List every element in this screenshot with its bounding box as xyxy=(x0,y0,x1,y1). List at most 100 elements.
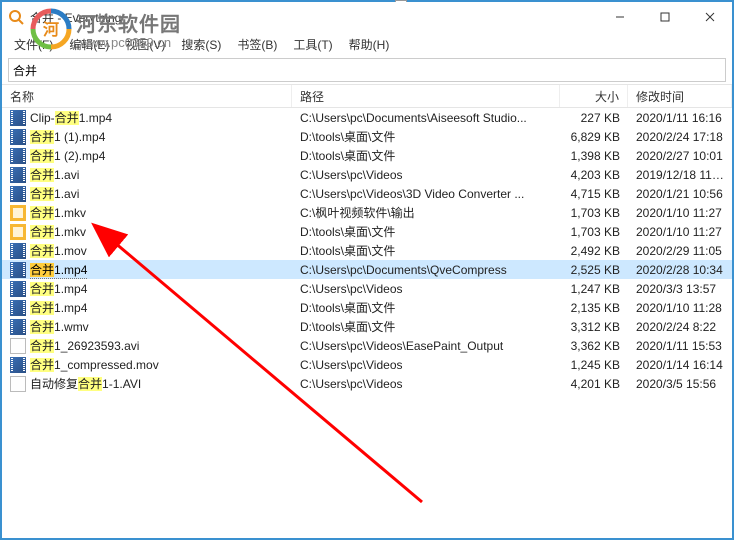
file-path: D:\tools\桌面\文件 xyxy=(292,147,560,164)
window-title: 合并 - Everything xyxy=(30,9,121,26)
file-row[interactable]: 合并1.mp4C:\Users\pc\Documents\QveCompress… xyxy=(2,260,732,279)
menu-edit[interactable]: 编辑(E) xyxy=(63,34,115,55)
video-file-icon xyxy=(10,110,26,126)
video-file-icon xyxy=(10,129,26,145)
file-size: 4,201 KB xyxy=(560,377,628,391)
file-date: 2020/2/24 17:18 xyxy=(628,130,732,144)
menubar: 文件(F) 编辑(E) 视图(V) 搜索(S) 书签(B) 工具(T) 帮助(H… xyxy=(2,32,732,56)
minimize-button[interactable] xyxy=(597,2,642,32)
file-path: C:\Users\pc\Documents\QveCompress xyxy=(292,263,560,277)
video-file-icon xyxy=(10,167,26,183)
titlebar: 合并 - Everything xyxy=(2,2,732,32)
search-box[interactable] xyxy=(8,58,726,82)
file-path: C:\Users\pc\Videos xyxy=(292,168,560,182)
file-size: 2,135 KB xyxy=(560,301,628,315)
file-date: 2020/3/5 15:56 xyxy=(628,377,732,391)
file-size: 2,492 KB xyxy=(560,244,628,258)
file-size: 6,829 KB xyxy=(560,130,628,144)
file-row[interactable]: 合并1.mp4 D:\tools\桌面\文件2,135 KB2020/1/10 1… xyxy=(2,298,732,317)
col-header-path[interactable]: 路径 xyxy=(292,85,560,107)
file-row[interactable]: 合并1.mp4C:\Users\pc\Videos1,247 KB2020/3/… xyxy=(2,279,732,298)
col-header-size[interactable]: 大小 xyxy=(560,85,628,107)
menu-tools[interactable]: 工具(T) xyxy=(287,34,338,55)
file-row[interactable]: 合并1.mov D:\tools\桌面\文件2,492 KB2020/2/29 1… xyxy=(2,241,732,260)
file-row[interactable]: 自动修复合并1-1.AVIC:\Users\pc\Videos4,201 KB2… xyxy=(2,374,732,393)
file-date: 2020/2/28 10:34 xyxy=(628,263,732,277)
file-date: 2020/1/10 11:28 xyxy=(628,301,732,315)
file-path: D:\tools\桌面\文件 xyxy=(292,318,560,335)
file-size: 3,362 KB xyxy=(560,339,628,353)
file-date: 2020/1/21 10:56 xyxy=(628,187,732,201)
window-controls xyxy=(597,2,732,32)
file-date: 2020/1/14 16:14 xyxy=(628,358,732,372)
file-row[interactable]: 合并1.mkv C:\枫叶视频软件\输出1,703 KB2020/1/10 11:… xyxy=(2,203,732,222)
file-path: C:\Users\pc\Videos xyxy=(292,358,560,372)
file-name: 合并1.mp4 xyxy=(30,299,87,316)
video-file-icon xyxy=(10,243,26,259)
file-path: C:\Users\pc\Videos\EasePaint_Output xyxy=(292,339,560,353)
file-date: 2020/2/24 8:22 xyxy=(628,320,732,334)
search-input[interactable] xyxy=(13,63,721,77)
file-size: 1,245 KB xyxy=(560,358,628,372)
video-file-icon xyxy=(10,148,26,164)
video-file-icon xyxy=(10,186,26,202)
file-row[interactable]: 合并1.mkv D:\tools\桌面\文件1,703 KB2020/1/10 1… xyxy=(2,222,732,241)
video-file-icon xyxy=(10,319,26,335)
file-row[interactable]: 合并1_compressed.mov C:\Users\pc\Videos1,24… xyxy=(2,355,732,374)
file-row[interactable]: 合并1.avi C:\Users\pc\Videos\3D Video Conve… xyxy=(2,184,732,203)
file-date: 2020/1/10 11:27 xyxy=(628,225,732,239)
file-path: C:\Users\pc\Documents\Aiseesoft Studio..… xyxy=(292,111,560,125)
menu-bookmark[interactable]: 书签(B) xyxy=(231,34,283,55)
file-path: D:\tools\桌面\文件 xyxy=(292,242,560,259)
file-size: 1,703 KB xyxy=(560,225,628,239)
file-path: D:\tools\桌面\文件 xyxy=(292,128,560,145)
menu-file[interactable]: 文件(F) xyxy=(8,34,59,55)
file-name: 合并1_26923593.avi xyxy=(30,337,139,354)
video-file-icon xyxy=(10,281,26,297)
file-name: Clip-合并1.mp4 xyxy=(30,109,112,126)
mkv-file-icon xyxy=(10,224,26,240)
maximize-button[interactable] xyxy=(642,2,687,32)
file-name: 自动修复合并1-1.AVI xyxy=(30,375,141,392)
file-row[interactable]: 合并1 (2).mp4D:\tools\桌面\文件1,398 KB2020/2/… xyxy=(2,146,732,165)
menu-help[interactable]: 帮助(H) xyxy=(343,34,396,55)
menu-view[interactable]: 视图(V) xyxy=(119,34,171,55)
file-row[interactable]: Clip-合并1.mp4 C:\Users\pc\Documents\Aisees… xyxy=(2,108,732,127)
avi2-file-icon xyxy=(10,376,26,392)
file-date: 2020/1/11 16:16 xyxy=(628,111,732,125)
file-row[interactable]: 合并1_26923593.avi C:\Users\pc\Videos\EaseP… xyxy=(2,336,732,355)
file-date: 2020/3/3 13:57 xyxy=(628,282,732,296)
menu-search[interactable]: 搜索(S) xyxy=(175,34,227,55)
file-size: 2,525 KB xyxy=(560,263,628,277)
file-name: 合并1.mkv xyxy=(30,223,86,240)
video-file-icon xyxy=(10,262,26,278)
file-name: 合并1.wmv xyxy=(30,318,89,335)
file-name: 合并1.avi xyxy=(30,185,79,202)
file-path: C:\枫叶视频软件\输出 xyxy=(292,204,560,221)
file-size: 4,203 KB xyxy=(560,168,628,182)
file-date: 2020/1/10 11:27 xyxy=(628,206,732,220)
file-name: 合并1 (2).mp4 xyxy=(30,147,105,164)
file-path: D:\tools\桌面\文件 xyxy=(292,299,560,316)
file-row[interactable]: 合并1 (1).mp4D:\tools\桌面\文件6,829 KB2020/2/… xyxy=(2,127,732,146)
file-size: 227 KB xyxy=(560,111,628,125)
video-file-icon xyxy=(10,300,26,316)
file-date: 2020/1/11 15:53 xyxy=(628,339,732,353)
file-path: D:\tools\桌面\文件 xyxy=(292,223,560,240)
col-header-name[interactable]: 名称 xyxy=(2,85,292,107)
file-size: 1,703 KB xyxy=(560,206,628,220)
file-name: 合并1.avi xyxy=(30,166,79,183)
col-header-date[interactable]: 修改时间 xyxy=(628,85,732,107)
file-name: 合并1_compressed.mov xyxy=(30,356,159,373)
column-headers: 名称 路径 大小 修改时间 xyxy=(2,84,732,108)
file-list[interactable]: Clip-合并1.mp4 C:\Users\pc\Documents\Aisees… xyxy=(2,108,732,538)
file-size: 1,247 KB xyxy=(560,282,628,296)
file-row[interactable]: 合并1.wmvD:\tools\桌面\文件3,312 KB2020/2/24 8… xyxy=(2,317,732,336)
video-file-icon xyxy=(10,357,26,373)
file-date: 2020/2/29 11:05 xyxy=(628,244,732,258)
file-name: 合并1.mov xyxy=(30,242,87,259)
file-path: C:\Users\pc\Videos\3D Video Converter ..… xyxy=(292,187,560,201)
close-button[interactable] xyxy=(687,2,732,32)
file-row[interactable]: 合并1.aviC:\Users\pc\Videos4,203 KB2019/12… xyxy=(2,165,732,184)
file-name: 合并1.mkv xyxy=(30,204,86,221)
